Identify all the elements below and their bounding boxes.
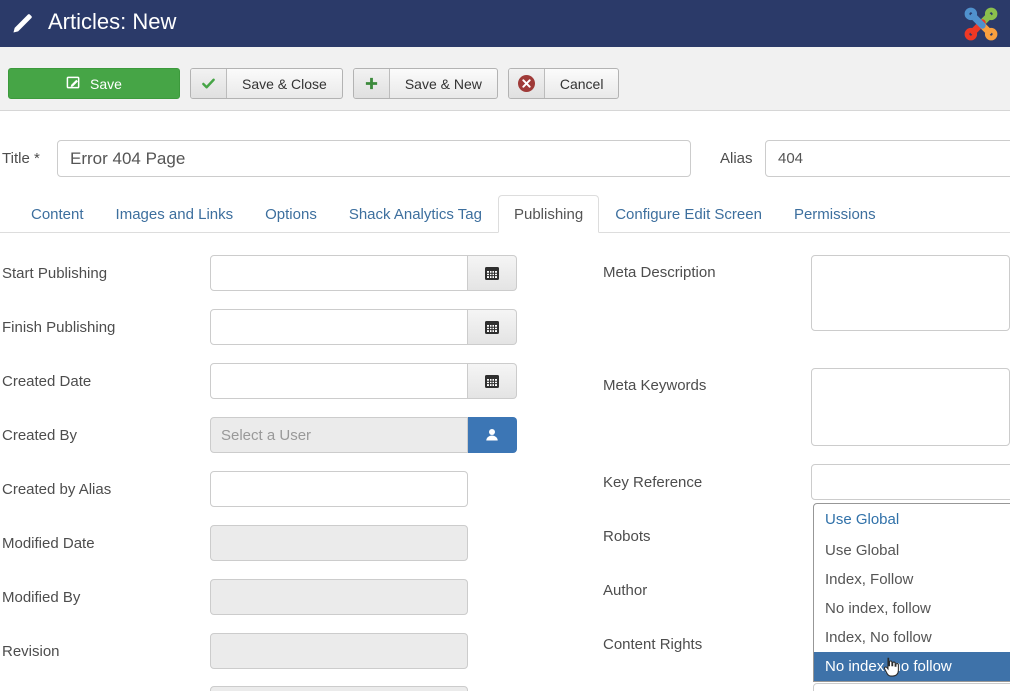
modified-by-row: Modified By	[0, 579, 530, 615]
tab-configure-edit-screen[interactable]: Configure Edit Screen	[599, 195, 778, 233]
partial-input	[210, 686, 468, 691]
edit-tabs: Content Images and Links Options Shack A…	[0, 195, 1010, 233]
robots-select-open: Use Global Use Global Index, Follow No i…	[813, 503, 1010, 682]
robots-option-noindex-nofollow[interactable]: No index, no follow	[814, 652, 1010, 681]
created-by-alias-row: Created by Alias	[0, 471, 530, 507]
author-label: Author	[601, 582, 811, 599]
save-close-button[interactable]: Save & Close	[190, 68, 343, 99]
modified-date-row: Modified Date	[0, 525, 530, 561]
meta-keywords-label: Meta Keywords	[601, 368, 811, 394]
cancel-x-icon	[509, 69, 545, 98]
calendar-button[interactable]	[468, 363, 517, 399]
plus-icon	[354, 69, 390, 98]
modified-date-label: Modified Date	[0, 535, 210, 552]
cancel-button[interactable]: Cancel	[508, 68, 620, 99]
tab-images-and-links[interactable]: Images and Links	[100, 195, 250, 233]
modified-by-label: Modified By	[0, 589, 210, 606]
page-title: Articles: New	[48, 9, 176, 35]
start-publishing-label: Start Publishing	[0, 265, 210, 282]
calendar-icon	[484, 373, 500, 389]
created-date-label: Created Date	[0, 373, 210, 390]
tab-content[interactable]: Content	[15, 195, 100, 233]
tab-publishing[interactable]: Publishing	[498, 195, 599, 233]
created-by-row: Created By	[0, 417, 530, 453]
publishing-left-column: Start Publishing Finish Publishing	[0, 255, 530, 687]
save-icon	[66, 75, 81, 93]
calendar-button[interactable]	[468, 309, 517, 345]
toolbar: Save Save & Close Save & New	[0, 47, 1010, 111]
key-reference-label: Key Reference	[601, 474, 811, 491]
modified-date-input	[210, 525, 468, 561]
save-close-label: Save & Close	[227, 69, 342, 98]
page-header: Articles: New	[0, 0, 1010, 47]
finish-publishing-label: Finish Publishing	[0, 319, 210, 336]
calendar-button[interactable]	[468, 255, 517, 291]
alias-input[interactable]	[765, 140, 1010, 177]
created-by-label: Created By	[0, 427, 210, 444]
revision-row: Revision	[0, 633, 530, 669]
robots-selected-value[interactable]: Use Global	[814, 504, 1010, 536]
modified-by-input	[210, 579, 468, 615]
meta-description-textarea[interactable]	[811, 255, 1010, 331]
finish-publishing-row: Finish Publishing	[0, 309, 530, 345]
revision-input	[210, 633, 468, 669]
created-by-input[interactable]	[210, 417, 468, 453]
save-new-label: Save & New	[390, 69, 497, 98]
check-icon	[191, 69, 227, 98]
title-input[interactable]	[57, 140, 691, 177]
meta-description-label: Meta Description	[601, 255, 811, 281]
robots-option-noindex-follow[interactable]: No index, follow	[814, 594, 1010, 623]
select-user-button[interactable]	[468, 417, 517, 453]
tab-shack-analytics-tag[interactable]: Shack Analytics Tag	[333, 195, 498, 233]
robots-option-index-follow[interactable]: Index, Follow	[814, 565, 1010, 594]
cancel-label: Cancel	[545, 69, 619, 98]
robots-option-use-global[interactable]: Use Global	[814, 536, 1010, 565]
finish-publishing-input[interactable]	[210, 309, 468, 345]
created-date-input[interactable]	[210, 363, 468, 399]
calendar-icon	[484, 319, 500, 335]
alias-label: Alias	[720, 150, 753, 167]
revision-label: Revision	[0, 643, 210, 660]
save-new-button[interactable]: Save & New	[353, 68, 498, 99]
title-label: Title *	[2, 150, 40, 167]
created-date-row: Created Date	[0, 363, 530, 399]
robots-label: Robots	[601, 528, 811, 545]
meta-keywords-row: Meta Keywords	[601, 368, 1010, 446]
meta-keywords-textarea[interactable]	[811, 368, 1010, 446]
save-button[interactable]: Save	[8, 68, 180, 99]
partial-input	[813, 683, 1010, 691]
user-icon	[484, 427, 500, 443]
tab-permissions[interactable]: Permissions	[778, 195, 892, 233]
start-publishing-input[interactable]	[210, 255, 468, 291]
joomla-logo	[958, 1, 1004, 52]
calendar-icon	[484, 265, 500, 281]
robots-option-index-nofollow[interactable]: Index, No follow	[814, 623, 1010, 652]
created-by-alias-label: Created by Alias	[0, 481, 210, 498]
start-publishing-row: Start Publishing	[0, 255, 530, 291]
save-button-label: Save	[90, 76, 122, 92]
meta-description-row: Meta Description	[601, 255, 1010, 350]
key-reference-input[interactable]	[811, 464, 1010, 500]
content-rights-label: Content Rights	[601, 636, 811, 653]
key-reference-row: Key Reference	[601, 464, 1010, 500]
tab-options[interactable]: Options	[249, 195, 333, 233]
created-by-alias-input[interactable]	[210, 471, 468, 507]
pencil-icon	[10, 10, 36, 41]
